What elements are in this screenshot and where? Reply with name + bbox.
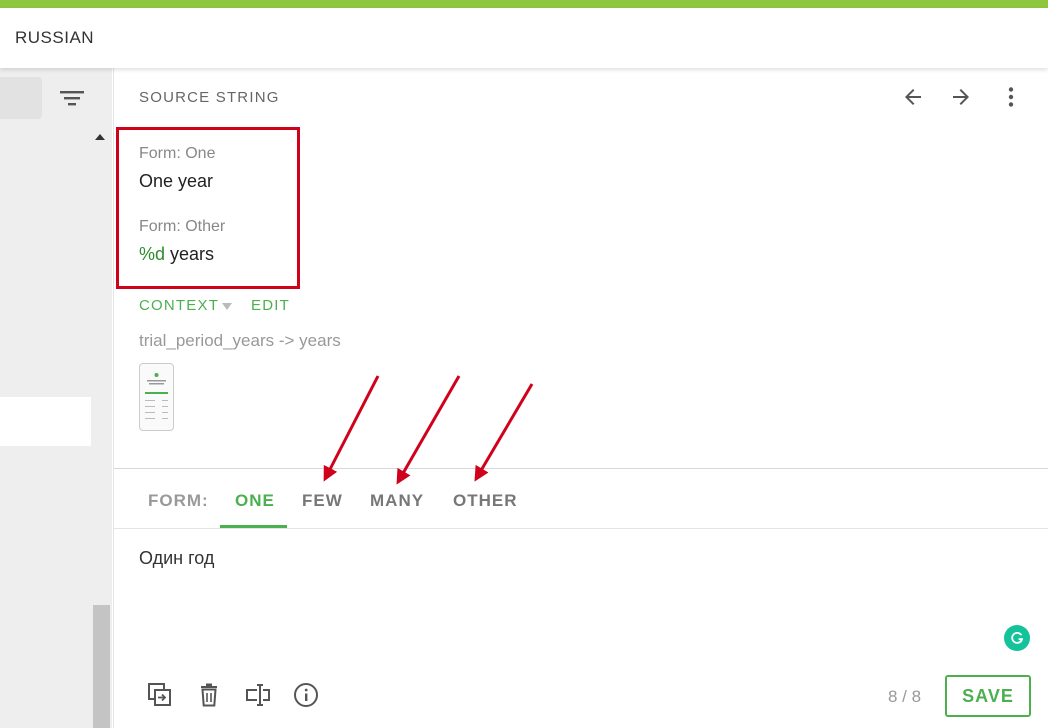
source-form-one-label: Form: One [139,145,216,162]
form-tabs-label: FORM: [148,491,209,510]
source-form-other-label: Form: Other [139,218,226,235]
tab-other[interactable]: OTHER [453,491,518,511]
source-form-other-text: %d years [139,244,214,265]
copy-source-icon[interactable] [145,680,175,710]
tab-one[interactable]: ONE [235,491,275,511]
context-key-text: trial_period_years -> years [139,331,341,350]
source-form-one-text: One year [139,171,214,191]
sidebar [0,68,112,728]
translation-input[interactable]: Один год [139,548,214,569]
filter-icon[interactable] [58,86,86,110]
editor-panel: SOURCE STRING Form: One One year Form: O… [113,68,1048,728]
tab-many[interactable]: MANY [370,491,424,511]
grammarly-icon[interactable] [1004,625,1030,651]
previous-arrow-icon[interactable] [897,81,929,113]
context-caret-icon[interactable] [222,303,232,310]
scroll-up-arrow-icon[interactable] [95,134,105,140]
top-accent-strip [0,0,1048,8]
context-edit-button[interactable]: EDIT [251,297,290,314]
language-title: RUSSIAN [15,28,95,47]
sidebar-selected-row[interactable] [0,397,91,446]
source-form-other-value: years [165,244,215,264]
tab-few[interactable]: FEW [302,491,343,511]
context-toggle[interactable]: CONTEXT [139,297,219,314]
form-counter: 8 / 8 [888,687,922,706]
sidebar-scrollbar[interactable] [93,605,110,728]
sidebar-search-input[interactable] [0,77,42,119]
placeholder-token: %d [139,244,166,264]
delete-icon[interactable] [194,680,224,710]
text-cursor-icon[interactable] [243,680,273,710]
plural-form-tabs: FORM: ONE FEW MANY OTHER [114,469,1048,529]
source-string-label: SOURCE STRING [139,89,280,106]
header: RUSSIAN [0,8,1048,68]
next-arrow-icon[interactable] [945,81,977,113]
info-icon[interactable] [291,680,321,710]
screenshot-thumbnail[interactable] [139,363,174,431]
save-button[interactable]: SAVE [945,675,1031,717]
tab-divider [114,528,1048,529]
more-options-icon[interactable] [995,81,1027,113]
